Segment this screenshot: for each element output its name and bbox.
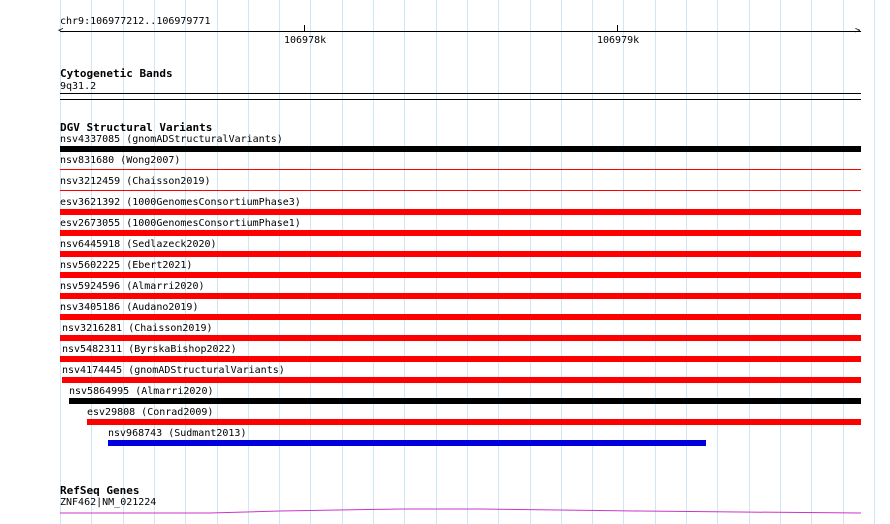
dgv-feature-label[interactable]: nsv5482311 (ByrskaBishop2022) bbox=[62, 344, 237, 355]
dgv-feature-bar[interactable] bbox=[60, 230, 861, 236]
dgv-feature-bar[interactable] bbox=[60, 272, 861, 278]
track-title-refseq: RefSeq Genes bbox=[60, 484, 140, 497]
dgv-feature-bar[interactable] bbox=[60, 209, 861, 215]
ruler-tick bbox=[617, 25, 618, 32]
track-title-dgv: DGV Structural Variants bbox=[60, 121, 213, 134]
dgv-feature-bar[interactable] bbox=[60, 190, 861, 191]
dgv-feature-bar[interactable] bbox=[60, 314, 861, 320]
genome-browser: chr9:106977212..106979771 < > 106978k 10… bbox=[0, 0, 890, 524]
ruler-range-label: chr9:106977212..106979771 bbox=[60, 16, 211, 27]
ruler-tick bbox=[304, 25, 305, 32]
ruler-tick-label: 106979k bbox=[597, 35, 640, 46]
dgv-feature-bar[interactable] bbox=[60, 356, 861, 362]
dgv-feature-label[interactable]: nsv5602225 (Ebert2021) bbox=[60, 260, 192, 271]
dgv-feature-bar[interactable] bbox=[60, 146, 861, 152]
ruler-left-arrow: < bbox=[58, 26, 64, 36]
dgv-feature-bar[interactable] bbox=[60, 293, 861, 299]
dgv-feature-bar[interactable] bbox=[60, 335, 861, 341]
dgv-feature-label[interactable]: esv29808 (Conrad2009) bbox=[87, 407, 213, 418]
dgv-feature-bar[interactable] bbox=[108, 440, 706, 446]
track-title-cytoband: Cytogenetic Bands bbox=[60, 67, 173, 80]
dgv-feature-bar[interactable] bbox=[62, 377, 861, 383]
grid-line bbox=[873, 0, 875, 524]
grid-line bbox=[779, 0, 781, 524]
grid-line bbox=[842, 0, 844, 524]
dgv-feature-label[interactable]: nsv968743 (Sudmant2013) bbox=[108, 428, 246, 439]
refseq-gene-model[interactable] bbox=[60, 506, 861, 518]
dgv-feature-label[interactable]: nsv5924596 (Almarri2020) bbox=[60, 281, 205, 292]
dgv-feature-bar[interactable] bbox=[60, 251, 861, 257]
grid-line bbox=[717, 0, 719, 524]
dgv-feature-label[interactable]: nsv3212459 (Chaisson2019) bbox=[60, 176, 211, 187]
grid-line bbox=[748, 0, 750, 524]
cytoband-bar-top bbox=[60, 93, 861, 94]
dgv-feature-bar[interactable] bbox=[87, 419, 861, 425]
ruler-axis bbox=[60, 31, 861, 32]
dgv-feature-label[interactable]: nsv4337085 (gnomADStructuralVariants) bbox=[60, 134, 283, 145]
dgv-feature-label[interactable]: nsv3216281 (Chaisson2019) bbox=[62, 323, 213, 334]
ruler-tick-label: 106978k bbox=[284, 35, 327, 46]
dgv-feature-label[interactable]: esv2673055 (1000GenomesConsortiumPhase1) bbox=[60, 218, 301, 229]
grid-line bbox=[811, 0, 813, 524]
ruler-right-arrow: > bbox=[855, 26, 861, 36]
dgv-feature-label[interactable]: nsv5864995 (Almarri2020) bbox=[69, 386, 214, 397]
cytoband-label[interactable]: 9q31.2 bbox=[60, 81, 96, 92]
dgv-feature-label[interactable]: nsv831680 (Wong2007) bbox=[60, 155, 180, 166]
dgv-feature-label[interactable]: esv3621392 (1000GenomesConsortiumPhase3) bbox=[60, 197, 301, 208]
dgv-feature-label[interactable]: nsv3405186 (Audano2019) bbox=[60, 302, 198, 313]
dgv-feature-label[interactable]: nsv6445918 (Sedlazeck2020) bbox=[60, 239, 217, 250]
dgv-feature-bar[interactable] bbox=[60, 169, 861, 170]
dgv-feature-bar[interactable] bbox=[69, 398, 861, 404]
cytoband-bar-bottom bbox=[60, 99, 861, 100]
dgv-feature-label[interactable]: nsv4174445 (gnomADStructuralVariants) bbox=[62, 365, 285, 376]
